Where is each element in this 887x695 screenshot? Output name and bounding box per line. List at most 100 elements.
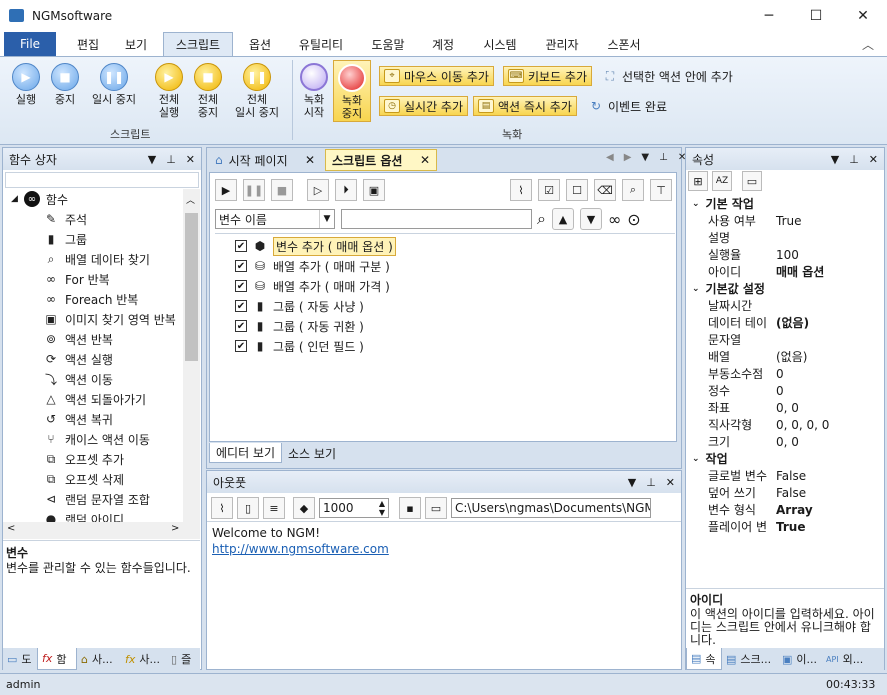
run-all-button[interactable]: ▶ 전체 실행 xyxy=(152,63,186,119)
add-mouse-move-button[interactable]: ⌖ 마우스 이동 추가 xyxy=(379,66,494,86)
category-basic-task[interactable]: ⌄ 기본 작업 xyxy=(686,195,884,212)
property-row[interactable]: 정수 0 xyxy=(686,382,884,399)
dropdown-icon[interactable]: ▼ xyxy=(628,476,636,489)
pause-all-button[interactable]: ❚❚ 전체 일시 중지 xyxy=(228,63,286,119)
close-icon[interactable]: ✕ xyxy=(186,153,195,166)
property-row[interactable]: 좌표 0, 0 xyxy=(686,399,884,416)
list-item[interactable]: ✔ ⛁ 배열 추가 ( 매매 구분 ) xyxy=(235,256,396,276)
tab-user-b[interactable]: fx 사... xyxy=(121,648,167,670)
folder-icon[interactable]: ▭ xyxy=(425,497,447,519)
tab-script-options[interactable]: 스크립트 옵션 ✕ xyxy=(325,149,437,171)
checkbox[interactable]: ✔ xyxy=(235,280,247,292)
list-item[interactable]: ⊚ 액션 반복 xyxy=(3,329,183,349)
step-next-icon[interactable]: ⏵ xyxy=(335,179,357,201)
pin-icon[interactable]: ⊥ xyxy=(646,476,656,489)
tab-favorites[interactable]: ▯ 즐 xyxy=(167,648,200,670)
tab-functions[interactable]: fx 함 xyxy=(37,648,77,670)
property-row[interactable]: 변수 형식 Array xyxy=(686,501,884,518)
categorized-icon[interactable]: ⊞ xyxy=(688,171,708,191)
close-icon[interactable]: ✕ xyxy=(869,153,878,166)
property-row[interactable]: 크기 0, 0 xyxy=(686,433,884,450)
category-task[interactable]: ⌄ 작업 xyxy=(686,450,884,467)
checkbox[interactable]: ✔ xyxy=(235,320,247,332)
prev-tab-icon[interactable]: ◀ xyxy=(606,152,614,163)
stop-button[interactable]: ■ 중지 xyxy=(49,63,81,106)
chart-icon[interactable]: ⌇ xyxy=(510,179,532,201)
stop-icon[interactable]: ■ xyxy=(271,179,293,201)
pin-icon[interactable]: ⊥ xyxy=(659,152,668,163)
list-item[interactable]: ⧉ 오프셋 삭제 xyxy=(3,469,183,489)
list-item[interactable]: ⧉ 오프셋 추가 xyxy=(3,449,183,469)
list-item[interactable]: ✔ ▮ 그룹 ( 자동 사냥 ) xyxy=(235,296,396,316)
tab-account[interactable]: 계정 xyxy=(420,32,466,56)
property-row[interactable]: 덮어 쓰기 False xyxy=(686,484,884,501)
property-row[interactable]: 날짜시간 xyxy=(686,297,884,314)
filter-select[interactable]: 변수 이름 ▼ xyxy=(215,209,335,229)
list-item[interactable]: ∞ Foreach 반복 xyxy=(3,289,183,309)
tab-images[interactable]: ▣ 이... xyxy=(778,648,822,670)
broom-icon[interactable]: ⌇ xyxy=(211,497,233,519)
run-button[interactable]: ▶ 실행 xyxy=(10,63,42,106)
list-item[interactable]: ⊲ 랜덤 문자열 조합 xyxy=(3,489,183,509)
new-page-icon[interactable]: ▯ xyxy=(237,497,259,519)
add-in-selected-button[interactable]: ⛶ 선택한 액션 안에 추가 xyxy=(598,66,737,86)
list-item[interactable]: ⟳ 액션 실행 xyxy=(3,349,183,369)
filter-search-input[interactable] xyxy=(341,209,532,229)
list-item[interactable]: ✔ ⛁ 배열 추가 ( 매매 가격 ) xyxy=(235,276,396,296)
next-tab-icon[interactable]: ▶ xyxy=(624,152,632,163)
horizontal-scrollbar[interactable]: < > xyxy=(3,522,200,539)
property-row[interactable]: 글로벌 변수 False xyxy=(686,467,884,484)
delay-stepper[interactable]: 1000 ▲ ▼ xyxy=(319,498,389,518)
pin-icon[interactable]: ⊥ xyxy=(849,153,859,166)
list-item[interactable]: ▣ 이미지 찾기 영역 반복 xyxy=(3,309,183,329)
tab-external[interactable]: API 외... xyxy=(822,648,880,670)
property-row[interactable]: 플레이어 변 True xyxy=(686,518,884,535)
list-item[interactable]: ✔ ▮ 그룹 ( 자동 귀환 ) xyxy=(235,316,396,336)
list-item[interactable]: ✔ ▮ 그룹 ( 인던 필드 ) xyxy=(235,336,396,356)
maximize-button[interactable]: ☐ xyxy=(793,0,839,32)
log-path-field[interactable]: C:\Users\ngmas\Documents\NGM6\ xyxy=(451,498,651,518)
tab-options[interactable]: 옵션 xyxy=(238,32,282,56)
more-icon[interactable]: ⊙ xyxy=(627,210,640,229)
tab-help[interactable]: 도움말 xyxy=(360,32,416,56)
website-link[interactable]: http://www.ngmsoftware.com xyxy=(212,541,676,557)
record-stop-button[interactable]: 녹화 중지 xyxy=(333,60,371,122)
pause-icon[interactable]: ❚❚ xyxy=(243,179,265,201)
property-row[interactable]: 아이디 매매 옵션 xyxy=(686,263,884,280)
tab-source-view[interactable]: 소스 보기 xyxy=(282,443,342,463)
tab-system[interactable]: 시스템 xyxy=(472,32,528,56)
sort-az-icon[interactable]: AZ xyxy=(712,171,732,191)
step-play-icon[interactable]: ▷ xyxy=(307,179,329,201)
tree-icon[interactable]: ⊤ xyxy=(650,179,672,201)
scroll-right-icon[interactable]: > xyxy=(171,523,179,534)
move-down-button[interactable]: ▼ xyxy=(579,208,602,230)
tab-edit[interactable]: 편집 xyxy=(66,32,110,56)
dropdown-icon[interactable]: ▼ xyxy=(831,153,839,166)
close-icon[interactable]: ✕ xyxy=(420,153,430,167)
list-item[interactable]: △ 액션 되돌아가기 xyxy=(3,389,183,409)
add-realtime-button[interactable]: ◷ 실시간 추가 xyxy=(379,96,469,116)
list-item[interactable]: ⤵ 액션 이동 xyxy=(3,369,183,389)
minimize-button[interactable]: ─ xyxy=(746,0,792,32)
scroll-left-icon[interactable]: < xyxy=(7,523,15,534)
pin-icon[interactable]: ⊥ xyxy=(166,153,176,166)
list-item[interactable]: ↺ 액션 복귀 xyxy=(3,409,183,429)
property-row[interactable]: 데이터 테이 (없음) xyxy=(686,314,884,331)
tree-root[interactable]: ◢ ∞ 함수 xyxy=(3,189,183,209)
step-frame-icon[interactable]: ▣ xyxy=(363,179,385,201)
tab-user-a[interactable]: ⌂ 사... xyxy=(77,648,121,670)
tab-properties[interactable]: ▤ 속 xyxy=(686,648,722,670)
tab-start-page[interactable]: ⌂ 시작 페이지 ✕ xyxy=(209,149,321,171)
property-row[interactable]: 배열 (없음) xyxy=(686,348,884,365)
checkbox[interactable]: ✔ xyxy=(235,300,247,312)
checkbox[interactable]: ✔ xyxy=(235,240,247,252)
list-item[interactable]: ● 랜덤 아이디 xyxy=(3,509,183,522)
property-row[interactable]: 실행율 100 xyxy=(686,246,884,263)
event-done-button[interactable]: ↻ 이벤트 완료 xyxy=(584,96,671,116)
checkbox[interactable]: ✔ xyxy=(235,260,247,272)
tab-admin[interactable]: 관리자 xyxy=(534,32,590,56)
property-row[interactable]: 사용 여부 True xyxy=(686,212,884,229)
list-item[interactable]: ⌕ 배열 데이타 찾기 xyxy=(3,249,183,269)
pause-button[interactable]: ❚❚ 일시 중지 xyxy=(86,63,142,106)
tab-toolbox[interactable]: ▭ 도 xyxy=(3,648,37,670)
